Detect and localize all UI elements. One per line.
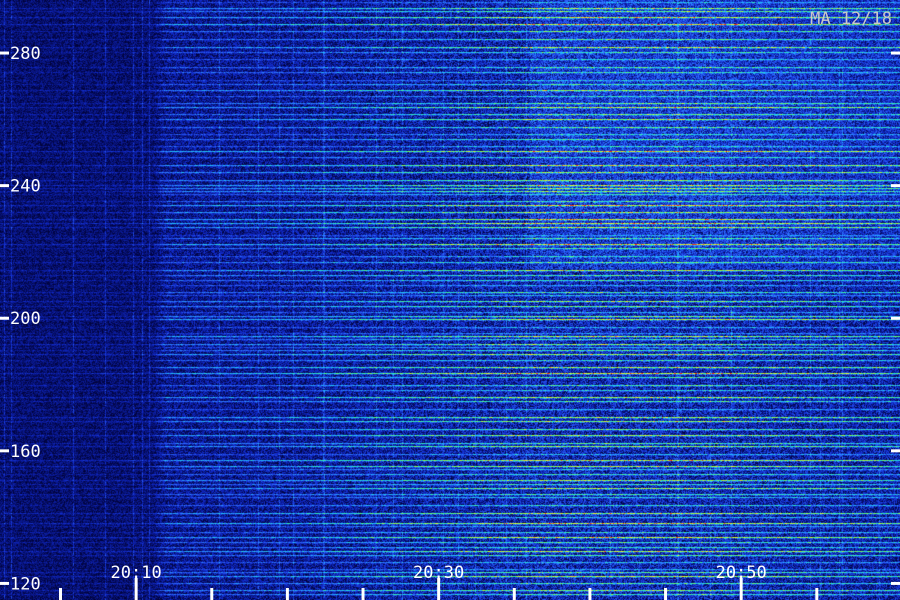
y-tick-label: 240 <box>10 177 41 197</box>
x-tick-label: 20:50 <box>716 563 767 583</box>
x-axis: 20:10 20:30 20:50 <box>59 563 819 600</box>
x-tick-label: 20:10 <box>111 563 162 583</box>
station-label: MA 12/18 <box>810 9 892 29</box>
y-tick-label: 160 <box>10 442 41 462</box>
chart-overlay: 120 160 200 240 280 20:10 20:30 20:50 MA 12/18 <box>0 9 900 600</box>
y-axis: 120 160 200 240 280 <box>0 44 900 594</box>
y-tick-label: 200 <box>10 309 41 329</box>
y-tick-label: 280 <box>10 44 41 64</box>
y-tick-label: 120 <box>10 574 41 594</box>
x-tick-label: 20:30 <box>413 563 464 583</box>
